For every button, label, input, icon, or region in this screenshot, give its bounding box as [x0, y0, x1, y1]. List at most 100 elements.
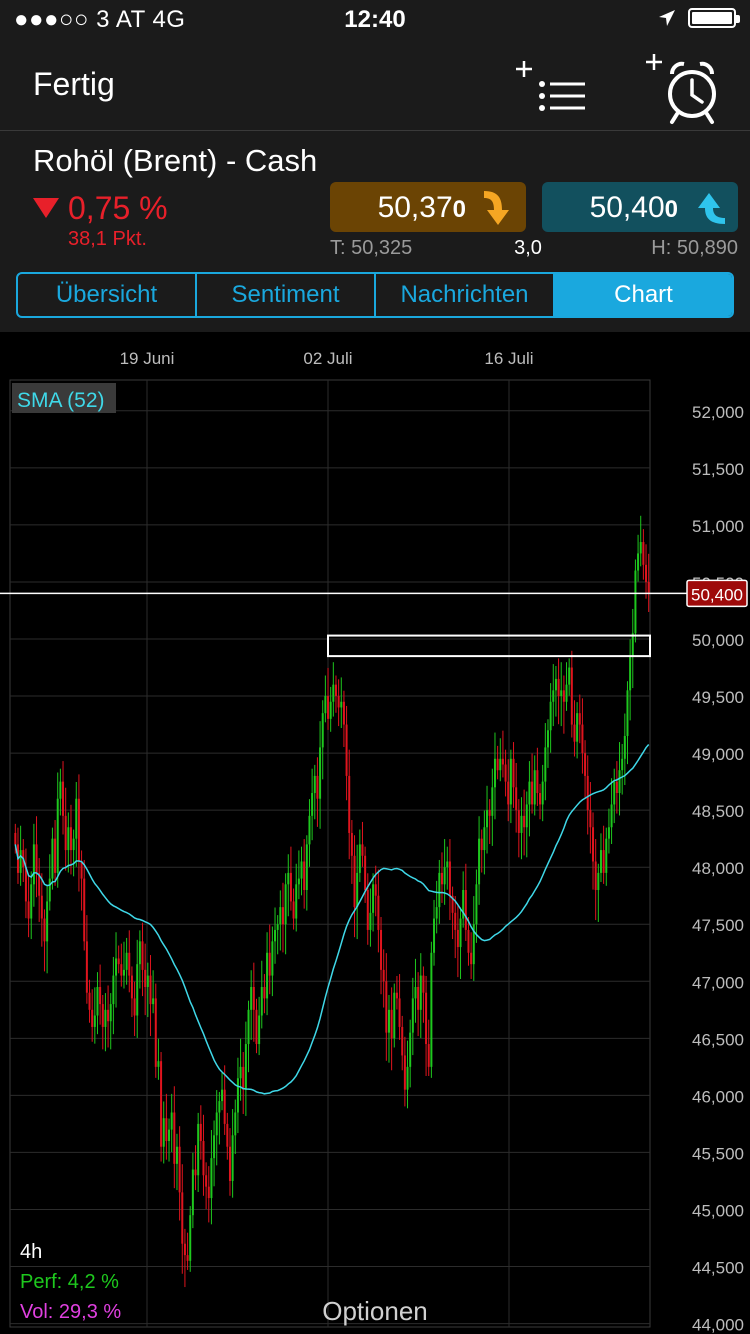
candle-body — [139, 941, 141, 964]
tab-chart[interactable]: Chart — [555, 274, 732, 316]
buy-price: 50,400 — [542, 191, 678, 225]
sell-price: 50,370 — [330, 191, 466, 225]
candle-body — [383, 970, 385, 981]
candle-body — [324, 696, 326, 713]
candle-body — [134, 998, 136, 1015]
candle-body — [542, 782, 544, 805]
candle-body — [258, 1016, 260, 1045]
candle-body — [584, 753, 586, 776]
candle-body — [518, 810, 520, 833]
candle-body — [59, 782, 61, 799]
candle-body — [171, 1112, 173, 1129]
status-bar: ●●●○○ 3 AT 4G 12:40 — [0, 0, 750, 40]
candle-body — [160, 1061, 162, 1147]
candle-body — [481, 839, 483, 850]
candle-body — [539, 793, 541, 804]
candle-body — [81, 861, 83, 878]
timeframe-label: 4h — [20, 1241, 42, 1263]
price-chart[interactable]: 52,00051,50051,00050,50050,00049,50049,0… — [0, 332, 750, 1334]
candle-body — [396, 993, 398, 999]
candle-body — [414, 987, 416, 998]
candle-body — [295, 884, 297, 918]
candle-body — [579, 713, 581, 724]
x-tick-label: 19 Juni — [120, 349, 175, 368]
candle-body — [632, 633, 634, 656]
candle-body — [520, 816, 522, 833]
candle-body — [460, 919, 462, 948]
candle-body — [189, 1215, 191, 1261]
candle-body — [428, 1044, 430, 1067]
candle-body — [438, 873, 440, 907]
sell-button[interactable]: 50,370 — [330, 182, 526, 232]
candle-body — [489, 810, 491, 816]
options-button[interactable]: Optionen — [0, 1296, 750, 1327]
candle-body — [367, 890, 369, 930]
candle-body — [237, 1078, 239, 1112]
candle-body — [152, 998, 154, 1004]
add-to-list-icon[interactable] — [514, 58, 590, 122]
y-tick-label: 52,000 — [692, 403, 744, 422]
candle-body — [184, 1244, 186, 1255]
candle-body — [465, 890, 467, 930]
candle-body — [388, 1010, 390, 1033]
candle-body — [351, 833, 353, 856]
candle-body — [359, 844, 361, 873]
candle-body — [229, 1147, 231, 1181]
candle-body — [240, 1067, 242, 1078]
candle-body — [94, 1016, 96, 1027]
candle-body — [70, 827, 72, 850]
candle-body — [605, 839, 607, 873]
candle-body — [173, 1112, 175, 1163]
candle-body — [483, 827, 485, 850]
buy-button[interactable]: 50,400 — [542, 182, 738, 232]
candle-body — [372, 884, 374, 913]
y-tick-label: 49,500 — [692, 688, 744, 707]
candle-body — [242, 1067, 244, 1090]
y-tick-label: 45,500 — [692, 1144, 744, 1163]
candle-body — [91, 1010, 93, 1027]
done-button[interactable]: Fertig — [33, 66, 115, 103]
candle-body — [640, 542, 642, 553]
candle-body — [515, 787, 517, 810]
candle-body — [354, 856, 356, 907]
candle-body — [526, 804, 528, 827]
candle-body — [263, 987, 265, 998]
tab-bar: Übersicht Sentiment Nachrichten Chart — [16, 272, 734, 318]
tab-sentiment[interactable]: Sentiment — [197, 274, 376, 316]
candle-body — [266, 953, 268, 999]
candle-body — [497, 759, 499, 770]
candle-body — [592, 827, 594, 861]
candle-body — [467, 930, 469, 953]
candle-body — [168, 1130, 170, 1141]
candle-body — [75, 799, 77, 839]
candle-body — [346, 725, 348, 776]
add-alarm-icon[interactable] — [642, 52, 722, 128]
candle-body — [149, 976, 151, 1005]
candle-body — [436, 907, 438, 918]
tab-overview[interactable]: Übersicht — [18, 274, 197, 316]
candle-body — [335, 685, 337, 696]
sell-arrow-icon — [476, 188, 516, 228]
candle-body — [523, 816, 525, 827]
status-right — [658, 8, 736, 28]
candle-body — [303, 861, 305, 890]
tab-news[interactable]: Nachrichten — [376, 274, 555, 316]
candle-body — [142, 941, 144, 970]
candle-body — [491, 787, 493, 816]
candle-body — [274, 930, 276, 941]
candle-body — [322, 713, 324, 747]
candle-body — [271, 941, 273, 975]
y-tick-label: 49,000 — [692, 745, 744, 764]
candle-body — [332, 685, 334, 702]
y-tick-label: 46,500 — [692, 1030, 744, 1049]
candle-body — [457, 930, 459, 947]
candle-body — [221, 1090, 223, 1101]
sma-label: SMA (52) — [17, 389, 105, 412]
candle-body — [510, 759, 512, 805]
candle-body — [157, 1061, 159, 1067]
candle-body — [65, 816, 67, 850]
x-tick-label: 16 Juli — [484, 349, 533, 368]
candle-body — [28, 901, 30, 918]
candle-body — [589, 810, 591, 827]
y-tick-label: 47,500 — [692, 916, 744, 935]
